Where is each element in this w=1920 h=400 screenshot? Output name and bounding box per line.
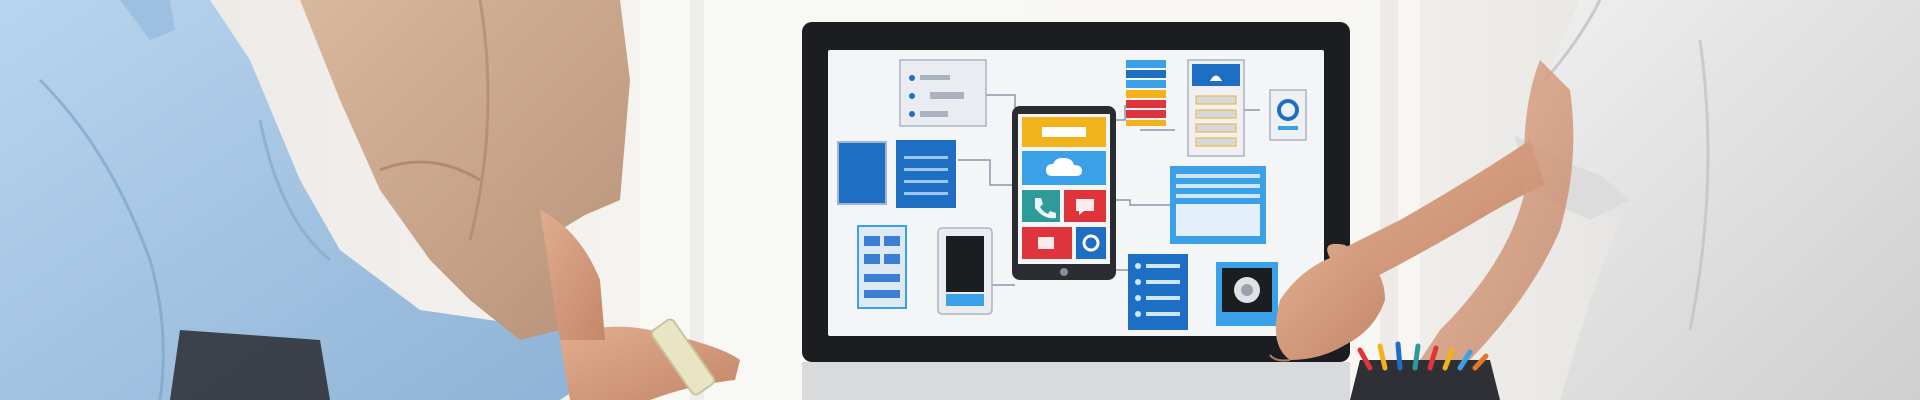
wireframe-form-panel: [1170, 166, 1266, 244]
wireframe-menu-panel: [896, 140, 956, 208]
blue-tile: [1076, 227, 1106, 259]
video-icon: [1038, 237, 1054, 249]
wireframe-location-badge: [1269, 89, 1307, 141]
curtain-stripe: [1380, 0, 1398, 400]
wireframe-profile-card: [1187, 59, 1245, 157]
wireframe-blue-tile: [837, 141, 887, 205]
curtain-stripe: [690, 0, 704, 400]
scene-illustration: [0, 0, 1920, 400]
monitor-chin: [802, 362, 1350, 400]
wireframe-grid-panel: [857, 225, 907, 309]
wireframe-phone-small: [937, 227, 993, 315]
photo-scene: [0, 0, 1920, 400]
wireframe-speaker-card: [1216, 262, 1278, 326]
wireframe-list-panel: [1128, 254, 1188, 330]
wireframe-list-card: [899, 59, 987, 127]
wireframe-phone-main: [1012, 106, 1116, 280]
